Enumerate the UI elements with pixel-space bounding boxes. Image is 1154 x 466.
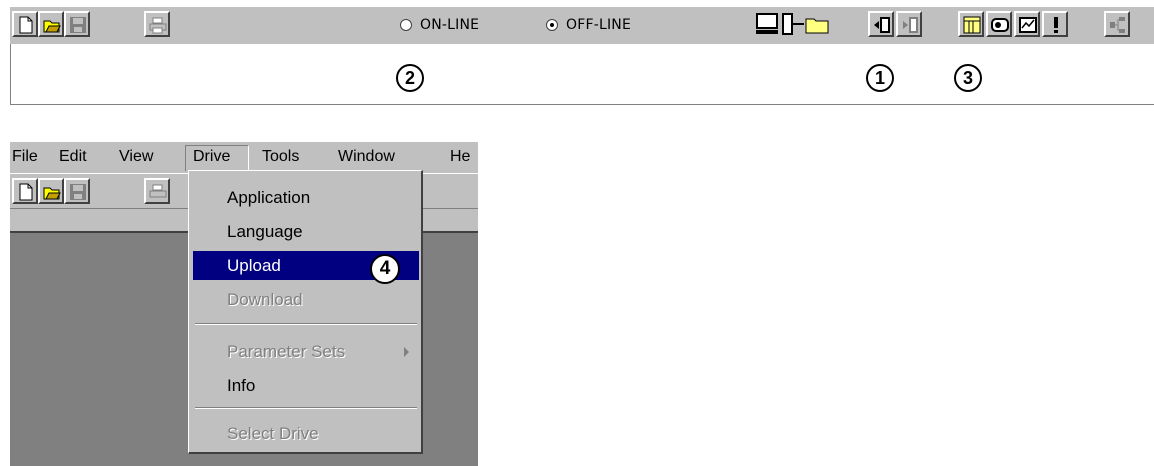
callout-4: 4 [370, 254, 400, 284]
open-folder-icon[interactable] [38, 11, 64, 37]
upload-icon[interactable] [868, 11, 894, 37]
online-radio-circle[interactable] [400, 19, 412, 31]
menu-tools[interactable]: Tools [262, 148, 299, 166]
menu-file[interactable]: File [12, 148, 38, 166]
menu-drive[interactable]: Drive [193, 148, 230, 166]
callout-1: 1 [866, 64, 894, 92]
drive-dropdown: Application Language Upload Download Par… [188, 170, 423, 454]
open-folder-icon[interactable] [38, 178, 64, 204]
menu-item-language[interactable]: Language [193, 217, 419, 246]
new-file-icon[interactable] [12, 11, 38, 37]
tree-icon[interactable] [1104, 11, 1130, 37]
new-file-icon[interactable] [12, 178, 38, 204]
menubar: File Edit View Drive Tools Window He [10, 142, 478, 172]
menu-window[interactable]: Window [338, 148, 395, 166]
save-icon[interactable] [64, 178, 90, 204]
menu-view[interactable]: View [119, 148, 153, 166]
print-icon[interactable] [144, 11, 170, 37]
download-icon[interactable] [896, 11, 922, 37]
menu-edit[interactable]: Edit [59, 148, 87, 166]
pc-drive-folder-icon[interactable] [756, 13, 838, 42]
menu-item-application[interactable]: Application [193, 183, 419, 212]
offline-label: OFF-LINE [566, 17, 632, 33]
offline-radio[interactable]: OFF-LINE [546, 17, 631, 33]
submenu-arrow-icon [404, 347, 409, 357]
parameter-table-icon[interactable] [958, 11, 984, 37]
drive-view-icon[interactable] [986, 11, 1012, 37]
save-icon[interactable] [64, 11, 90, 37]
print-icon[interactable] [144, 178, 170, 204]
menu-item-info[interactable]: Info [193, 371, 419, 400]
offline-radio-circle[interactable] [546, 19, 558, 31]
monitor-icon[interactable] [1014, 11, 1040, 37]
menu-separator [195, 407, 417, 409]
top-toolbar: ON-LINE OFF-LINE [10, 6, 1154, 45]
online-radio[interactable]: ON-LINE [400, 17, 479, 33]
fault-icon[interactable] [1042, 11, 1068, 37]
top-blank-area [10, 44, 1154, 105]
menu-separator [195, 323, 417, 325]
callout-2: 2 [396, 64, 424, 92]
callout-3: 3 [954, 64, 982, 92]
menu-item-parameter-sets: Parameter Sets [193, 337, 419, 366]
menu-help[interactable]: He [450, 148, 470, 166]
online-label: ON-LINE [420, 17, 480, 33]
menu-item-download: Download [227, 290, 303, 309]
menu-item-select-drive: Select Drive [227, 424, 319, 443]
